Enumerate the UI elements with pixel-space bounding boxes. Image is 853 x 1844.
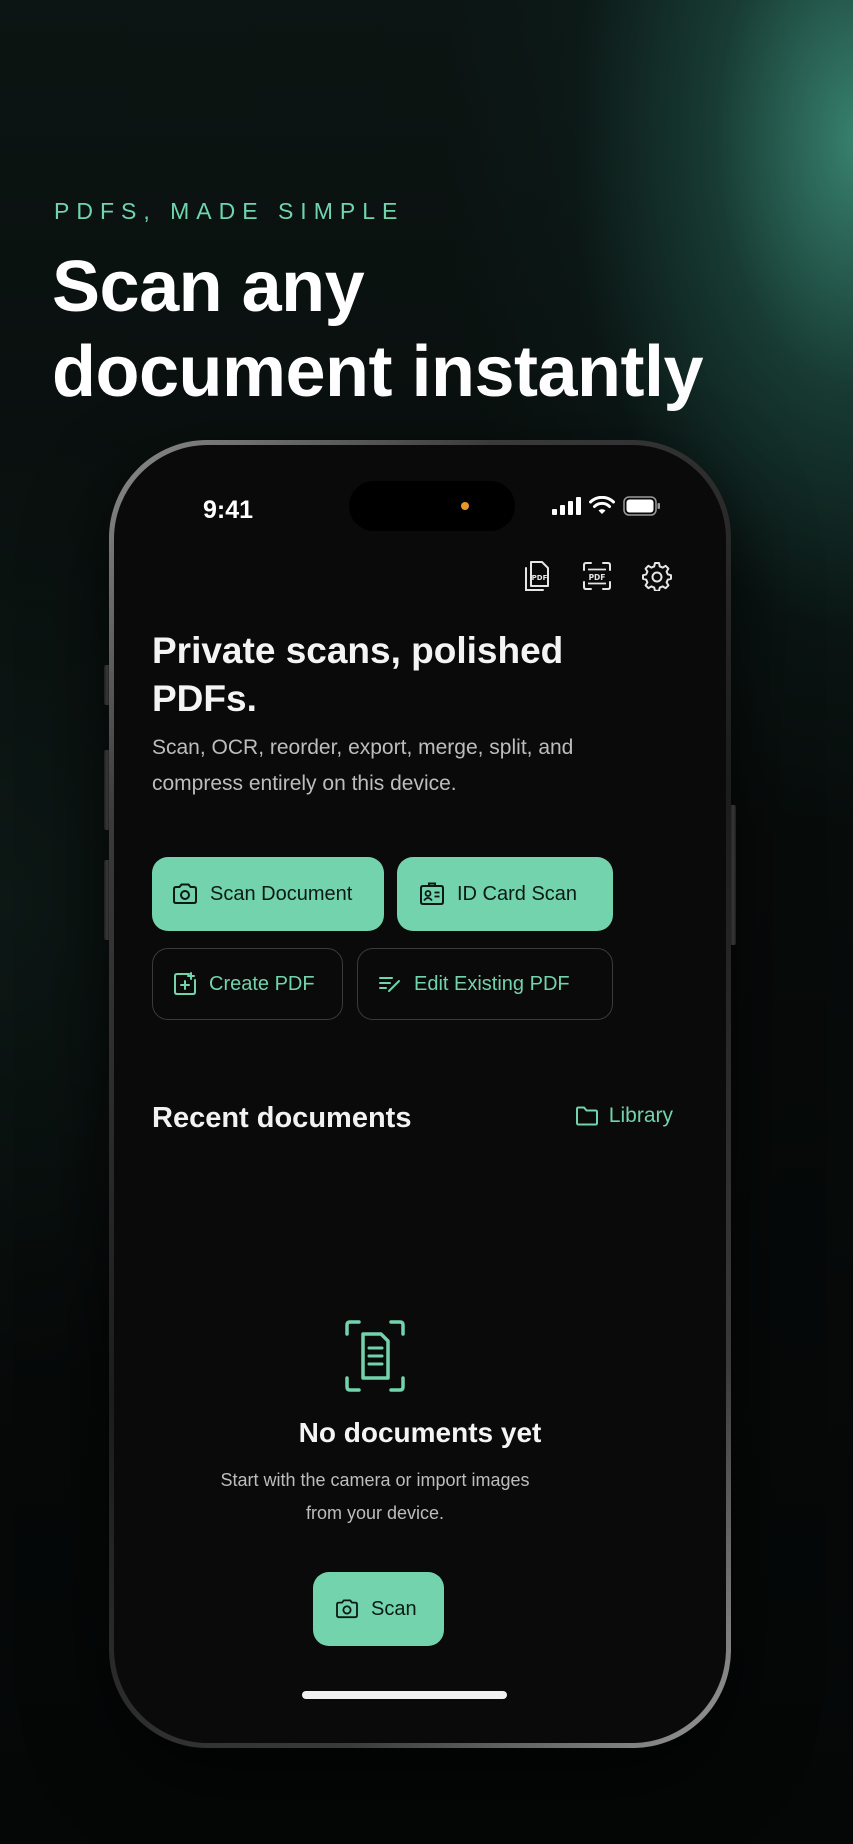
library-link[interactable]: Library (575, 1104, 673, 1128)
settings-button[interactable] (641, 560, 673, 592)
empty-state-subtitle: Start with the camera or import images f… (220, 1470, 530, 1523)
app-screen: 9:41 PDF PDF Private scans, polished PDF… (131, 462, 709, 1726)
status-time: 9:41 (203, 496, 254, 524)
scan-document-label: Scan Document (210, 882, 353, 905)
cellular-signal-icon (552, 497, 581, 515)
recent-documents-title: Recent documents (152, 1102, 412, 1134)
svg-text:PDF: PDF (532, 574, 548, 582)
id-card-scan-button[interactable]: ID Card Scan (397, 857, 613, 931)
scan-button-label: Scan (371, 1597, 417, 1620)
phone-bezel: 9:41 PDF PDF Private scans, polished PDF… (114, 445, 726, 1743)
edit-text-icon (379, 977, 400, 992)
pdf-document-icon: PDF (525, 561, 549, 591)
status-icons (551, 496, 661, 516)
pdf-scan-icon: PDF (583, 562, 611, 590)
edit-existing-pdf-label: Edit Existing PDF (414, 972, 570, 995)
document-scan-icon (345, 1320, 405, 1392)
id-card-scan-label: ID Card Scan (457, 882, 578, 905)
camera-icon (336, 1599, 358, 1619)
id-card-icon (420, 882, 444, 905)
hero-title: Private scans, polished PDFs. (152, 630, 564, 719)
create-pdf-button[interactable]: Create PDF (152, 948, 343, 1020)
battery-icon (623, 496, 660, 516)
create-pdf-label: Create PDF (209, 972, 315, 995)
camera-icon (173, 883, 197, 904)
pdf-scan-button[interactable]: PDF (581, 560, 613, 592)
add-document-icon (174, 972, 196, 995)
empty-state-title: No documents yet (298, 1417, 542, 1448)
empty-state-scan-button[interactable]: Scan (313, 1572, 444, 1646)
phone-frame: 9:41 PDF PDF Private scans, polished PDF… (109, 440, 731, 1748)
privacy-indicator-dot (461, 502, 469, 510)
eyebrow-text: PDFS, MADE SIMPLE (54, 198, 405, 224)
top-toolbar: PDF PDF (521, 560, 673, 592)
svg-text:PDF: PDF (589, 573, 606, 582)
pdf-document-button[interactable]: PDF (521, 560, 553, 592)
headline-line-1: Scan any (52, 247, 365, 327)
headline-line-2: document instantly (52, 332, 704, 412)
headline: Scan any document instantly (52, 245, 832, 415)
dynamic-island (349, 481, 515, 531)
home-indicator[interactable] (302, 1691, 507, 1699)
hero-subtitle: Scan, OCR, reorder, export, merge, split… (152, 736, 574, 795)
wifi-icon (589, 496, 615, 514)
edit-existing-pdf-button[interactable]: Edit Existing PDF (357, 948, 613, 1020)
scan-document-button[interactable]: Scan Document (152, 857, 384, 931)
folder-icon (575, 1106, 598, 1126)
library-label: Library (608, 1104, 673, 1127)
marketing-header: PDFS, MADE SIMPLE Scan any document inst… (52, 198, 832, 415)
gear-icon (642, 562, 672, 591)
